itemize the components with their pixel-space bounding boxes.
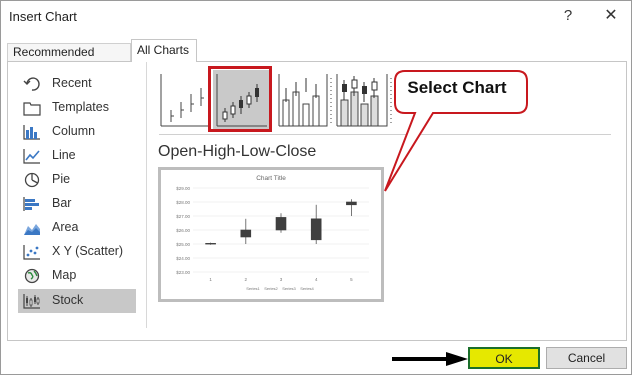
candle-body-up <box>310 218 322 241</box>
preview-chart-title: Chart Title <box>256 175 286 182</box>
help-button[interactable]: ? <box>558 5 578 27</box>
line-chart-icon <box>23 149 40 164</box>
bar-chart-icon <box>23 197 39 211</box>
legend-entry: Series4 <box>300 286 314 291</box>
preview-y-ticks: $29.00 $28.00 $27.00 $26.00 $25.00 $24.00 $23.… <box>176 186 190 275</box>
insert-chart-dialog: Insert Chart ? ✕ Recommended Charts All … <box>0 0 632 375</box>
high-low-close-icon[interactable] <box>160 74 211 127</box>
arrow-to-ok-icon <box>392 352 468 366</box>
preview-chart-svg: Chart Title $29.00 $28.00 $27.00 $26.00 $25.… <box>176 175 369 291</box>
scatter-chart-icon <box>23 245 40 260</box>
legend-entry: Series2 <box>264 286 278 291</box>
preview-legend: Series1 Series2 Series3 Series4 <box>246 286 314 291</box>
sidebar-item-label: X Y (Scatter) <box>52 244 124 258</box>
x-tick-label: 3 <box>280 277 283 282</box>
sidebar-item-label: Pie <box>52 172 71 186</box>
candle-body-up <box>346 201 357 206</box>
sidebar-item-stock[interactable]: Stock <box>18 289 136 313</box>
sidebar-item-column[interactable]: Column <box>18 120 136 144</box>
sidebar-item-label: Line <box>52 148 76 162</box>
pie-chart-icon <box>24 172 40 188</box>
subtype-title: Open-High-Low-Close <box>158 143 317 160</box>
tab-recommended-charts[interactable]: Recommended Charts <box>7 43 131 76</box>
sidebar-item-label: Templates <box>52 100 109 114</box>
sidebar-item-label: Stock <box>52 293 84 307</box>
sidebar-item-label: Recent <box>52 76 92 90</box>
chart-type-list: Recent Templates Column Line Pie Bar Are… <box>18 72 136 332</box>
sidebar-item-label: Map <box>52 268 77 282</box>
candle-body-up <box>205 243 216 245</box>
y-tick-label: $23.00 <box>176 270 190 275</box>
panel-divider <box>146 62 147 328</box>
sidebar-item-line[interactable]: Line <box>18 144 136 168</box>
y-tick-label: $29.00 <box>176 186 190 191</box>
ok-button[interactable]: OK <box>468 347 540 369</box>
x-tick-label: 4 <box>315 277 318 282</box>
x-tick-label: 2 <box>245 277 248 282</box>
sidebar-item-area[interactable]: Area <box>18 216 136 240</box>
sidebar-item-label: Column <box>52 124 96 138</box>
cancel-button[interactable]: Cancel <box>546 347 627 369</box>
sidebar-item-label: Area <box>52 220 79 234</box>
sidebar-item-bar[interactable]: Bar <box>18 192 136 216</box>
recent-icon <box>23 77 40 91</box>
sidebar-item-map[interactable]: Map <box>18 264 136 288</box>
area-chart-icon <box>24 224 40 235</box>
preview-x-ticks: 1 2 3 4 5 <box>209 277 353 282</box>
selected-subtype-highlight <box>208 66 272 132</box>
tab-all-charts[interactable]: All Charts <box>131 39 197 62</box>
column-chart-icon <box>23 125 40 140</box>
sidebar-item-label: Bar <box>52 196 72 210</box>
dialog-title: Insert Chart <box>9 9 77 24</box>
close-button[interactable]: ✕ <box>601 5 621 27</box>
title-bar: Insert Chart ? ✕ <box>1 1 631 33</box>
candle-body-up <box>275 217 287 231</box>
sidebar-item-xy-scatter[interactable]: X Y (Scatter) <box>18 240 136 264</box>
volume-high-low-close-icon[interactable] <box>278 74 332 127</box>
all-charts-panel: Recent Templates Column Line Pie Bar Are… <box>7 61 627 341</box>
stock-chart-icon <box>23 294 40 309</box>
y-tick-label: $28.00 <box>176 200 190 205</box>
sidebar-item-recent[interactable]: Recent <box>18 72 136 96</box>
legend-entry: Series1 <box>246 286 260 291</box>
preview-candles <box>205 199 357 245</box>
callout-text: Select Chart <box>407 78 507 97</box>
y-tick-label: $27.00 <box>176 214 190 219</box>
tab-strip: Recommended Charts All Charts <box>1 39 631 76</box>
sidebar-item-templates[interactable]: Templates <box>18 96 136 120</box>
x-tick-label: 1 <box>209 277 212 282</box>
y-tick-label: $26.00 <box>176 228 190 233</box>
y-tick-label: $25.00 <box>176 242 190 247</box>
candle-body-up <box>240 229 252 238</box>
legend-entry: Series3 <box>282 286 296 291</box>
chart-preview: Chart Title $29.00 $28.00 $27.00 $26.00 $25.… <box>158 167 384 302</box>
x-tick-label: 5 <box>350 277 353 282</box>
y-tick-label: $24.00 <box>176 256 190 261</box>
sidebar-item-pie[interactable]: Pie <box>18 168 136 192</box>
map-chart-icon <box>24 268 40 284</box>
templates-icon <box>23 102 41 116</box>
